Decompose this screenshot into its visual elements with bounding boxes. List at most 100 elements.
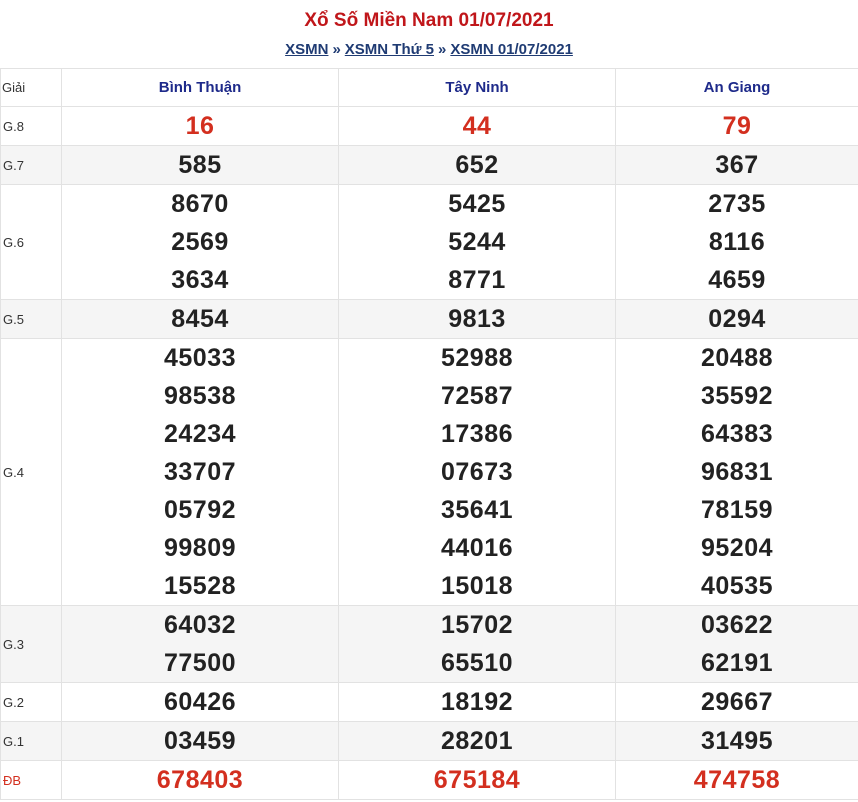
result-number: 05792 — [163, 496, 237, 524]
result-cell: 60426 — [61, 682, 339, 722]
result-cell: 45033 98538 24234 33707 05792 99809 15528 — [61, 338, 339, 606]
table-row: G.4 45033 98538 24234 33707 05792 99809 15528 52… — [0, 338, 858, 606]
result-cell: 2735 8116 4659 — [615, 184, 858, 300]
result-cell: 03459 — [61, 721, 339, 761]
result-number: 35592 — [700, 382, 774, 410]
result-number: 99809 — [163, 534, 237, 562]
table-row: G.6 8670 2569 3634 5425 5244 8771 2735 8116 4659 — [0, 184, 858, 300]
result-number: 78159 — [700, 496, 774, 524]
result-cell: 675184 — [338, 760, 616, 800]
result-number: 44016 — [440, 534, 514, 562]
result-number: 17386 — [440, 420, 514, 448]
prize-label: G.1 — [0, 721, 62, 761]
result-number: 62191 — [700, 649, 774, 677]
result-number: 31495 — [700, 727, 774, 755]
prize-column-header: Giải — [0, 68, 62, 107]
breadcrumb-link-weekday[interactable]: XSMN Thứ 5 — [345, 41, 434, 58]
result-cell: 20488 35592 64383 96831 78159 95204 40535 — [615, 338, 858, 606]
province-header[interactable]: Tây Ninh — [338, 68, 616, 107]
result-number: 28201 — [440, 727, 514, 755]
table-row: G.7 585 652 367 — [0, 145, 858, 185]
breadcrumb-link-date[interactable]: XSMN 01/07/2021 — [450, 41, 573, 58]
result-number: 652 — [455, 151, 499, 179]
result-number: 65510 — [440, 649, 514, 677]
result-number: 18192 — [440, 688, 514, 716]
result-cell: 652 — [338, 145, 616, 185]
result-cell: 16 — [61, 106, 339, 146]
result-number: 675184 — [433, 766, 521, 794]
result-cell: 367 — [615, 145, 858, 185]
results-body: G.8 16 44 79 G.7 585 652 367 G.6 8670 2569 3634 5425… — [0, 106, 858, 800]
result-cell: 5425 5244 8771 — [338, 184, 616, 300]
result-cell: 18192 — [338, 682, 616, 722]
result-number: 98538 — [163, 382, 237, 410]
breadcrumb-separator: » — [332, 41, 341, 58]
result-number: 64032 — [163, 611, 237, 639]
prize-label: G.5 — [0, 299, 62, 339]
table-row: G.1 03459 28201 31495 — [0, 721, 858, 761]
result-number: 8454 — [171, 305, 229, 333]
result-number: 44 — [462, 112, 492, 140]
result-number: 33707 — [163, 458, 237, 486]
result-number: 07673 — [440, 458, 514, 486]
result-cell: 585 — [61, 145, 339, 185]
result-cell: 8454 — [61, 299, 339, 339]
result-cell: 31495 — [615, 721, 858, 761]
result-number: 60426 — [163, 688, 237, 716]
result-number: 72587 — [440, 382, 514, 410]
result-number: 0294 — [708, 305, 766, 333]
result-number: 2569 — [171, 228, 229, 256]
result-number: 95204 — [700, 534, 774, 562]
result-cell: 44 — [338, 106, 616, 146]
result-number: 8771 — [448, 266, 506, 294]
result-cell: 28201 — [338, 721, 616, 761]
result-number: 15018 — [440, 572, 514, 600]
prize-label: G.8 — [0, 106, 62, 146]
result-cell: 474758 — [615, 760, 858, 800]
result-number: 03622 — [700, 611, 774, 639]
result-number: 8670 — [171, 190, 229, 218]
result-number: 64383 — [700, 420, 774, 448]
result-cell: 678403 — [61, 760, 339, 800]
prize-label: ĐB — [0, 760, 62, 800]
table-row: G.2 60426 18192 29667 — [0, 682, 858, 722]
result-number: 678403 — [156, 766, 244, 794]
result-number: 5244 — [448, 228, 506, 256]
table-header-row: Giải Bình Thuận Tây Ninh An Giang — [0, 68, 858, 107]
result-number: 52988 — [440, 344, 514, 372]
result-cell: 9813 — [338, 299, 616, 339]
result-cell: 79 — [615, 106, 858, 146]
page-header: Xổ Số Miền Nam 01/07/2021 XSMN» XSMN Thứ … — [0, 0, 858, 68]
table-row: ĐB 678403 675184 474758 — [0, 760, 858, 800]
result-number: 03459 — [163, 727, 237, 755]
province-header[interactable]: An Giang — [615, 68, 858, 107]
breadcrumb-link-xsmn[interactable]: XSMN — [285, 41, 328, 58]
province-header[interactable]: Bình Thuận — [61, 68, 339, 107]
result-number: 16 — [185, 112, 215, 140]
result-number: 15528 — [163, 572, 237, 600]
table-row: G.3 64032 77500 15702 65510 03622 62191 — [0, 605, 858, 683]
result-number: 3634 — [171, 266, 229, 294]
result-cell: 29667 — [615, 682, 858, 722]
result-number: 24234 — [163, 420, 237, 448]
result-cell: 8670 2569 3634 — [61, 184, 339, 300]
result-number: 29667 — [700, 688, 774, 716]
prize-label: G.3 — [0, 605, 62, 683]
table-row: G.5 8454 9813 0294 — [0, 299, 858, 339]
result-number: 96831 — [700, 458, 774, 486]
result-number: 4659 — [708, 266, 766, 294]
result-cell: 15702 65510 — [338, 605, 616, 683]
result-number: 5425 — [448, 190, 506, 218]
prize-label: G.6 — [0, 184, 62, 300]
breadcrumb-separator: » — [437, 41, 447, 58]
breadcrumb: XSMN» XSMN Thứ 5» XSMN 01/07/2021 — [0, 41, 858, 58]
results-table: Giải Bình Thuận Tây Ninh An Giang G.8 16 4… — [0, 68, 858, 800]
page-title: Xổ Số Miền Nam 01/07/2021 — [304, 10, 554, 31]
result-number: 77500 — [163, 649, 237, 677]
result-number: 35641 — [440, 496, 514, 524]
result-number: 40535 — [700, 572, 774, 600]
result-cell: 0294 — [615, 299, 858, 339]
result-number: 2735 — [708, 190, 766, 218]
prize-label: G.4 — [0, 338, 62, 606]
result-cell: 64032 77500 — [61, 605, 339, 683]
